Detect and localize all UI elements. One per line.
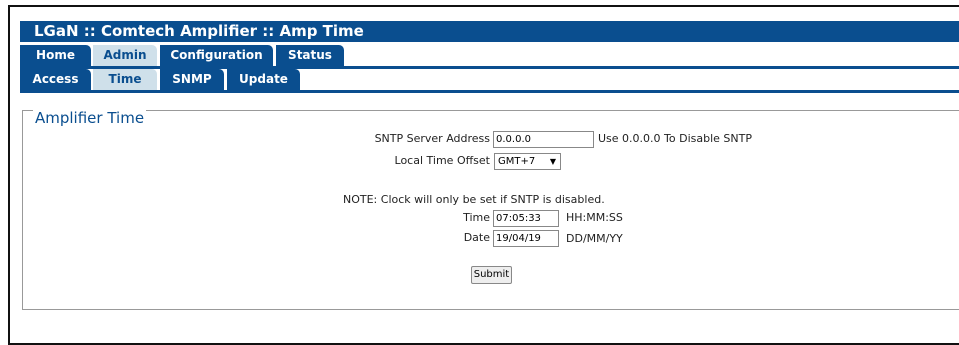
main-tab-bar: Home Admin Configuration Status xyxy=(20,45,959,67)
time-format-hint: HH:MM:SS xyxy=(566,211,623,224)
section-legend: Amplifier Time xyxy=(33,109,147,127)
time-input[interactable] xyxy=(493,210,559,227)
date-format-hint: DD/MM/YY xyxy=(566,232,623,245)
tab-status[interactable]: Status xyxy=(276,45,344,67)
offset-selected-value: GMT+7 xyxy=(498,156,536,167)
tab-time[interactable]: Time xyxy=(93,69,157,91)
local-time-offset-select[interactable]: GMT+7 ▼ xyxy=(494,153,561,170)
page-title: LGaN :: Comtech Amplifier :: Amp Time xyxy=(20,21,959,42)
submit-button[interactable]: Submit xyxy=(471,266,512,284)
tab-update[interactable]: Update xyxy=(227,69,300,91)
tab-access[interactable]: Access xyxy=(20,69,91,91)
chevron-down-icon: ▼ xyxy=(549,157,556,166)
sub-tab-bar: Access Time SNMP Update xyxy=(20,69,959,91)
local-time-offset-label: Local Time Offset xyxy=(394,154,490,167)
tab-snmp[interactable]: SNMP xyxy=(160,69,224,91)
sntp-server-input[interactable] xyxy=(493,131,594,148)
sntp-hint: Use 0.0.0.0 To Disable SNTP xyxy=(598,132,752,145)
date-label: Date xyxy=(463,231,490,244)
tab-configuration[interactable]: Configuration xyxy=(160,45,273,67)
time-label: Time xyxy=(463,211,490,224)
sntp-note: NOTE: Clock will only be set if SNTP is … xyxy=(343,193,605,206)
sub-tab-bar-divider xyxy=(20,90,959,93)
date-input[interactable] xyxy=(493,230,559,247)
sntp-server-label: SNTP Server Address xyxy=(374,132,490,145)
tab-admin[interactable]: Admin xyxy=(93,45,157,67)
tab-home[interactable]: Home xyxy=(20,45,91,67)
